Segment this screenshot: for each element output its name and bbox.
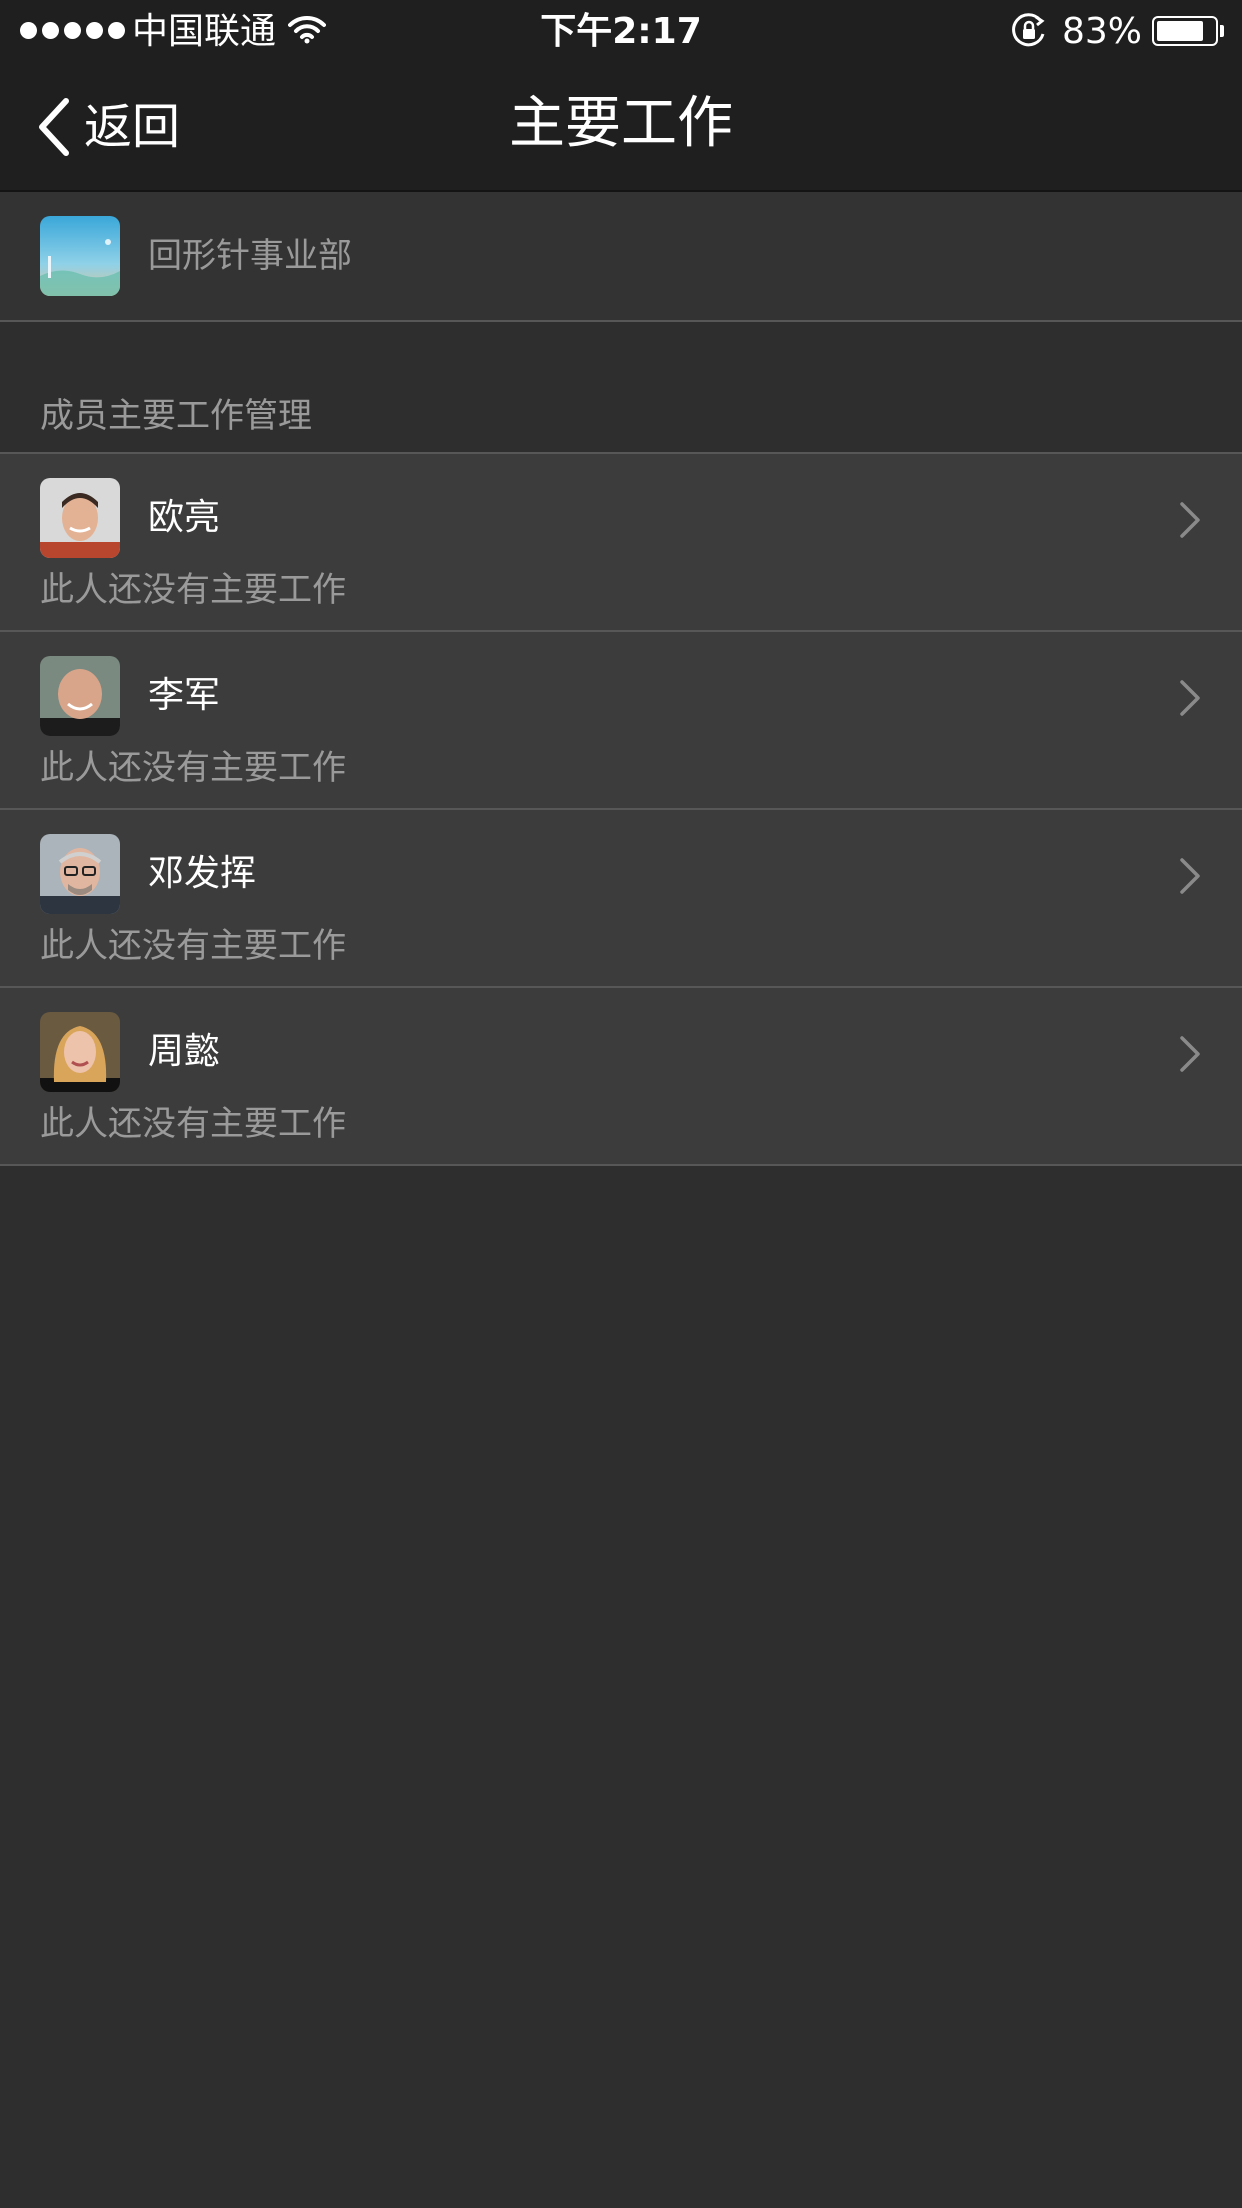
- chevron-right-icon: [1180, 1036, 1200, 1072]
- member-row[interactable]: 周懿 此人还没有主要工作: [0, 988, 1242, 1166]
- battery-icon: [1152, 16, 1218, 46]
- avatar: [40, 478, 120, 558]
- status-bar: 中国联通 下午2:17 83%: [0, 0, 1242, 62]
- member-name: 李军: [148, 675, 221, 716]
- member-status: 此人还没有主要工作: [40, 570, 346, 610]
- avatar: [40, 834, 120, 914]
- member-status: 此人还没有主要工作: [40, 748, 346, 788]
- rotation-lock-icon: [1012, 13, 1045, 47]
- chevron-right-icon: [1180, 680, 1200, 716]
- department-avatar: [40, 216, 120, 296]
- section-header: 成员主要工作管理: [40, 396, 312, 436]
- chevron-right-icon: [1180, 502, 1200, 538]
- top-bar: 中国联通 下午2:17 83% 返回 主要工作: [0, 0, 1242, 192]
- status-time: 下午2:17: [540, 11, 702, 52]
- avatar: [40, 656, 120, 736]
- member-status: 此人还没有主要工作: [40, 1104, 346, 1144]
- chevron-right-icon: [1180, 858, 1200, 894]
- battery-tip: [1220, 25, 1224, 37]
- department-row[interactable]: 回形针事业部: [0, 192, 1242, 322]
- page-title: 主要工作: [509, 91, 733, 156]
- battery-percentage: 83%: [1062, 11, 1143, 52]
- member-name: 欧亮: [148, 497, 221, 538]
- member-status: 此人还没有主要工作: [40, 926, 346, 966]
- department-name: 回形针事业部: [148, 236, 352, 276]
- member-list: 欧亮 此人还没有主要工作 李军 此人还没有主要工作 邓发挥 此人还没有主要工作 …: [0, 452, 1242, 1166]
- member-name: 周懿: [148, 1031, 221, 1072]
- member-row[interactable]: 欧亮 此人还没有主要工作: [0, 454, 1242, 632]
- member-row[interactable]: 李军 此人还没有主要工作: [0, 632, 1242, 810]
- avatar: [40, 1012, 120, 1092]
- member-row[interactable]: 邓发挥 此人还没有主要工作: [0, 810, 1242, 988]
- member-name: 邓发挥: [148, 853, 257, 894]
